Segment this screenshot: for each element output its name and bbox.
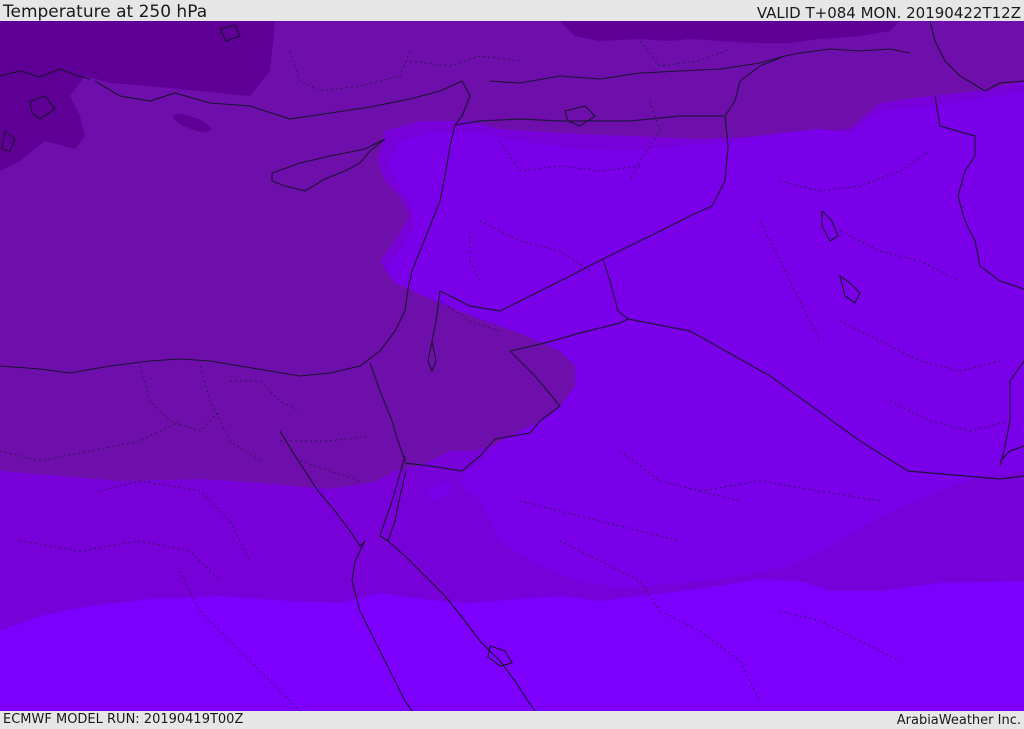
header-bar: Temperature at 250 hPa VALID T+084 MON. …: [0, 0, 1024, 21]
model-run-label: ECMWF MODEL RUN: 20190419T00Z: [3, 712, 244, 727]
weather-map[interactable]: [0, 21, 1024, 711]
warm-blob-hejaz: [462, 467, 482, 495]
map-figure: Temperature at 250 hPa VALID T+084 MON. …: [0, 0, 1024, 729]
valid-time-label: VALID T+084 MON. 20190422T12Z: [756, 4, 1021, 22]
credit-label: ArabiaWeather Inc.: [896, 713, 1021, 728]
map-title: Temperature at 250 hPa: [3, 2, 208, 22]
map-canvas: [0, 21, 1024, 711]
footer-bar: ECMWF MODEL RUN: 20190419T00Z ArabiaWeat…: [0, 711, 1024, 729]
